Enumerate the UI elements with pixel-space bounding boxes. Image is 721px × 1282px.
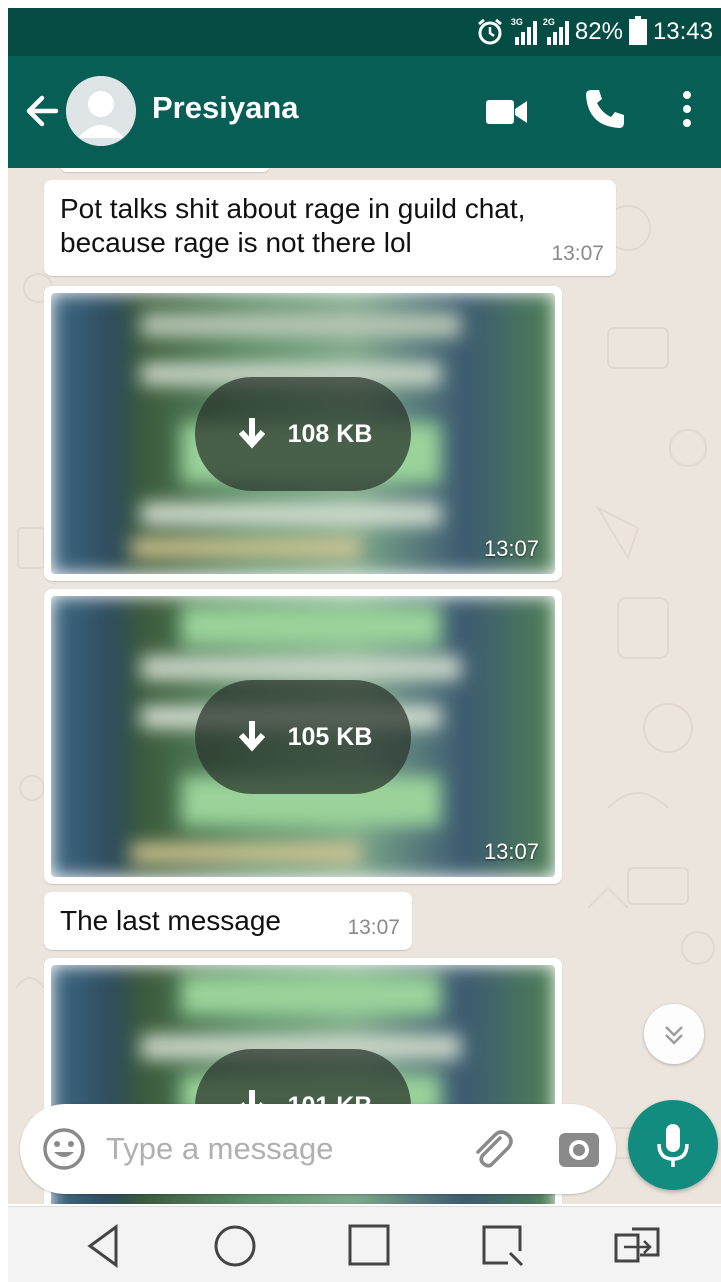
voice-record-button[interactable] xyxy=(628,1100,718,1190)
status-bar: 3G 2G 82% 13:43 xyxy=(8,8,721,56)
signal-icon-2: 2G xyxy=(542,17,569,45)
download-button[interactable]: 108 KB xyxy=(195,377,411,491)
message-composer xyxy=(20,1104,616,1194)
chat-header: Presiyana xyxy=(8,56,721,168)
battery-icon xyxy=(628,16,647,45)
incoming-image-message[interactable]: 105 KB 13:07 xyxy=(44,589,562,884)
file-size: 105 KB xyxy=(287,722,373,751)
system-navigation-bar xyxy=(8,1206,721,1282)
nav-back-icon[interactable] xyxy=(78,1221,132,1271)
signal-icon-1: 3G xyxy=(510,17,537,45)
scroll-to-bottom-button[interactable] xyxy=(644,1004,704,1064)
nav-recents-icon[interactable] xyxy=(342,1221,396,1271)
message-time: 13:07 xyxy=(551,242,604,265)
avatar[interactable] xyxy=(66,76,136,146)
phone-screen: 3G 2G 82% 13:43 Presiyana Pot talks shit… xyxy=(8,8,721,1282)
default-avatar-icon xyxy=(66,76,136,146)
message-time: 13:07 xyxy=(483,536,539,561)
incoming-text-message[interactable]: The last message 13:07 xyxy=(44,892,412,950)
chat-messages[interactable]: Pot talks shit about rage in guild chat,… xyxy=(8,168,721,1204)
partial-message-bubble xyxy=(60,168,270,172)
network-type-1: 3G xyxy=(510,17,523,27)
contact-name[interactable]: Presiyana xyxy=(152,90,299,126)
nav-home-icon[interactable] xyxy=(208,1221,262,1271)
incoming-image-message[interactable]: 108 KB 13:07 xyxy=(44,286,562,581)
clock: 13:43 xyxy=(652,18,713,45)
message-text-line: because rage is not there lol xyxy=(60,227,412,258)
message-time: 13:07 xyxy=(347,916,400,939)
battery-percent: 82% xyxy=(574,18,623,45)
video-call-icon[interactable] xyxy=(484,92,530,132)
message-text: The last message xyxy=(60,905,281,936)
mic-icon xyxy=(657,1124,689,1167)
emoji-icon[interactable] xyxy=(42,1127,86,1171)
phone-icon[interactable] xyxy=(582,86,628,132)
nav-capture-icon[interactable] xyxy=(476,1221,530,1271)
back-arrow-icon[interactable] xyxy=(22,86,62,136)
alarm-icon xyxy=(477,18,502,45)
message-input[interactable] xyxy=(106,1122,446,1176)
file-size: 108 KB xyxy=(287,419,373,448)
camera-icon[interactable] xyxy=(556,1126,602,1172)
blurred-image-thumbnail[interactable]: 108 KB 13:07 xyxy=(51,293,555,574)
blurred-image-thumbnail[interactable]: 105 KB 13:07 xyxy=(51,596,555,877)
nav-dual-window-icon[interactable] xyxy=(610,1221,664,1271)
chevron-down-icon xyxy=(665,1026,683,1045)
paperclip-icon[interactable] xyxy=(466,1124,516,1174)
incoming-text-message[interactable]: Pot talks shit about rage in guild chat,… xyxy=(44,180,616,276)
more-vert-icon[interactable] xyxy=(672,86,702,132)
message-text-line: Pot talks shit about rage in guild chat, xyxy=(60,193,526,224)
download-icon xyxy=(238,418,265,449)
message-time: 13:07 xyxy=(483,839,539,864)
download-button[interactable]: 105 KB xyxy=(195,680,411,794)
network-type-2: 2G xyxy=(542,17,555,27)
download-icon xyxy=(238,721,265,752)
